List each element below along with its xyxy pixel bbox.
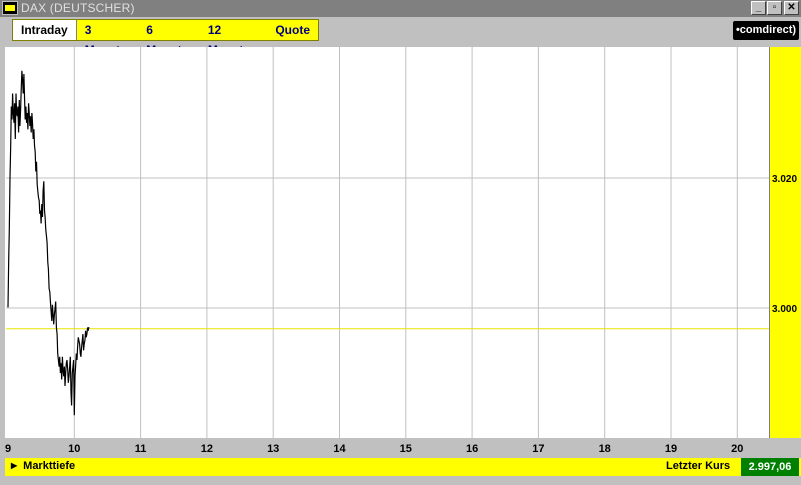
window-title: DAX (DEUTSCHER) [21, 1, 135, 15]
y-tick-label: 3.000 [772, 304, 797, 315]
x-tick-label: 20 [731, 443, 743, 455]
tab-quote[interactable]: Quote [267, 20, 318, 40]
close-button[interactable]: ✕ [784, 1, 799, 15]
x-tick-label: 19 [665, 443, 677, 455]
x-tick-label: 9 [5, 443, 11, 455]
x-tick-label: 13 [267, 443, 279, 455]
price-series-line [7, 70, 90, 416]
x-tick-label: 16 [466, 443, 478, 455]
last-price-value: 2.997,06 [741, 458, 799, 476]
y-tick-label: 3.020 [772, 174, 797, 185]
tab-intraday[interactable]: Intraday [13, 20, 77, 40]
restore-button[interactable]: ▫ [767, 1, 782, 15]
title-bar: DAX (DEUTSCHER) _ ▫ ✕ [0, 0, 801, 17]
x-tick-label: 11 [135, 443, 147, 455]
x-tick-label: 18 [599, 443, 611, 455]
intraday-chart: 9 10 11 12 13 14 15 16 17 18 19 20 3.020 3.000 [5, 47, 797, 455]
chart-area: 9 10 11 12 13 14 15 16 17 18 19 20 3.020 3.000 [0, 47, 801, 457]
status-bar: ▶ Markttiefe Letzter Kurs [5, 458, 801, 476]
markttiefe-button[interactable]: ▶ Markttiefe [11, 460, 75, 472]
toolbar: Intraday 3 Monate 6 Monate 12 Monate Quo… [0, 17, 801, 57]
last-price-label: Letzter Kurs [666, 460, 731, 472]
tab-12-monate[interactable]: 12 Monate [200, 20, 267, 57]
x-tick-label: 10 [68, 443, 80, 455]
bottom-strip [0, 477, 801, 485]
x-tick-label: 14 [333, 443, 346, 455]
app-icon[interactable] [2, 1, 18, 15]
markttiefe-label: Markttiefe [23, 460, 76, 472]
x-tick-label: 15 [400, 443, 412, 455]
x-tick-label: 12 [201, 443, 213, 455]
minimize-button[interactable]: _ [751, 1, 766, 15]
x-tick-label: 17 [532, 443, 544, 455]
comdirect-logo: •comdirect) [733, 21, 799, 40]
triangle-right-icon: ▶ [11, 461, 18, 470]
tab-6-monate[interactable]: 6 Monate [138, 20, 200, 57]
tab-3-monate[interactable]: 3 Monate [77, 20, 139, 57]
tab-bar: Intraday 3 Monate 6 Monate 12 Monate Quo… [12, 19, 319, 57]
